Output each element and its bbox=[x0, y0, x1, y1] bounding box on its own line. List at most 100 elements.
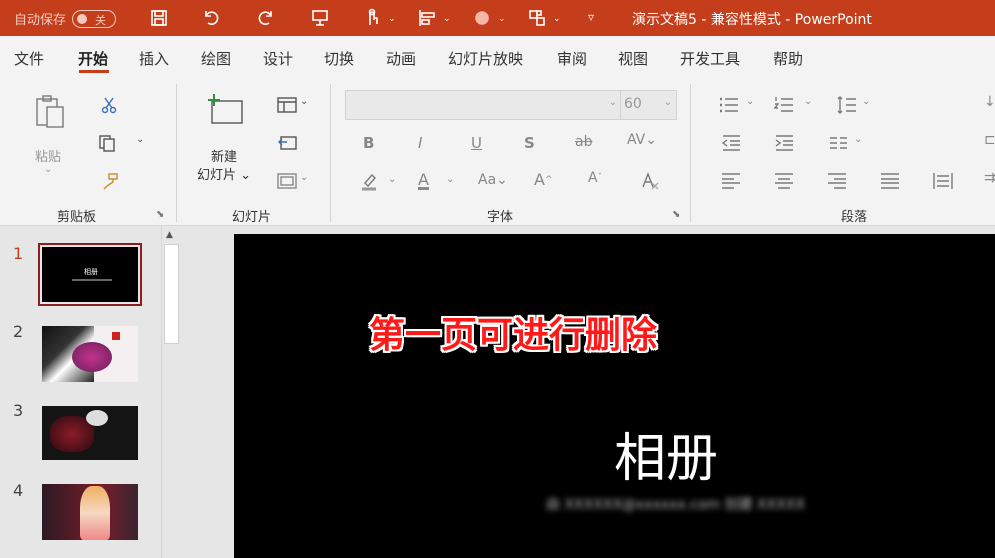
chevron-down-icon[interactable]: ⌄ bbox=[443, 14, 451, 24]
slide-number: 2 bbox=[13, 322, 24, 341]
font-size-combo[interactable]: 60 ⌄ bbox=[620, 90, 677, 120]
distributed-icon[interactable] bbox=[932, 170, 954, 192]
decrease-font-size-icon[interactable]: Aˇ bbox=[588, 170, 602, 186]
tab-transitions[interactable]: 切换 bbox=[324, 48, 354, 69]
arrange-icon[interactable] bbox=[526, 7, 548, 29]
save-icon[interactable] bbox=[148, 7, 170, 29]
numbering-icon[interactable] bbox=[773, 94, 795, 116]
tab-draw[interactable]: 绘图 bbox=[201, 48, 231, 69]
font-name-combo[interactable]: ⌄ bbox=[345, 90, 622, 120]
chevron-down-icon[interactable]: ⌄ bbox=[44, 164, 52, 175]
customize-toolbar-icon[interactable]: ▿ bbox=[588, 10, 594, 24]
chevron-down-icon[interactable]: ⌄ bbox=[388, 174, 396, 185]
font-color-icon[interactable]: A bbox=[418, 170, 429, 189]
chevron-down-icon[interactable]: ⌄ bbox=[664, 97, 672, 108]
tab-home[interactable]: 开始 bbox=[78, 48, 108, 69]
slides-group-label: 幻灯片 bbox=[232, 210, 272, 225]
align-center-icon[interactable] bbox=[773, 170, 795, 192]
align-left-icon[interactable] bbox=[720, 170, 742, 192]
chevron-down-icon[interactable]: ⌄ bbox=[746, 96, 754, 107]
tab-insert[interactable]: 插入 bbox=[139, 48, 169, 69]
slide-canvas[interactable]: 第一页可进行删除 相册 由 XXXXXX@xxxxxx.com 创建 XXXXX bbox=[234, 234, 995, 558]
change-case-icon[interactable]: Aa⌄ bbox=[478, 172, 508, 188]
increase-font-size-icon[interactable]: A ^ bbox=[534, 170, 553, 189]
touch-mode-icon[interactable] bbox=[361, 7, 383, 29]
clipboard-group-label: 剪贴板 bbox=[57, 210, 97, 225]
align-text-icon[interactable]: ⊏ bbox=[984, 132, 995, 148]
slide-thumbnail-3[interactable] bbox=[42, 406, 138, 460]
chevron-down-icon[interactable]: ⌄ bbox=[804, 96, 812, 107]
scroll-thumb[interactable] bbox=[164, 244, 179, 344]
copy-icon[interactable] bbox=[96, 132, 118, 154]
chevron-down-icon[interactable]: ⌄ bbox=[609, 97, 617, 108]
slide-title[interactable]: 相册 bbox=[614, 416, 718, 491]
chevron-down-icon[interactable]: ⌄ bbox=[388, 14, 396, 24]
thumbnail-image bbox=[80, 486, 110, 540]
autosave-toggle[interactable]: 关 bbox=[72, 9, 117, 28]
thumbnail-title: 相册 bbox=[84, 268, 98, 276]
italic-icon[interactable]: I bbox=[418, 134, 422, 152]
layout-icon[interactable] bbox=[276, 94, 298, 116]
align-right-icon[interactable] bbox=[826, 170, 848, 192]
slide-subtitle[interactable]: 由 XXXXXX@xxxxxx.com 创建 XXXXX bbox=[546, 494, 805, 514]
smartart-icon[interactable]: ⇉ bbox=[984, 170, 995, 186]
highlight-icon[interactable] bbox=[358, 170, 382, 192]
autosave-control[interactable]: 自动保存 关 bbox=[14, 9, 117, 28]
tab-help[interactable]: 帮助 bbox=[773, 48, 803, 69]
thumbnail-scrollbar[interactable]: ▲ bbox=[161, 226, 181, 558]
chevron-down-icon[interactable]: ⌄ bbox=[446, 174, 454, 185]
chevron-down-icon[interactable]: ⌄ bbox=[862, 96, 870, 107]
reset-slide-icon[interactable] bbox=[276, 132, 298, 154]
character-spacing-icon[interactable]: AV⌄ bbox=[627, 132, 657, 148]
chevron-down-icon[interactable]: ⌄ bbox=[300, 172, 308, 183]
chevron-down-icon[interactable]: ⌄ bbox=[300, 96, 308, 107]
font-launcher-icon[interactable]: ⬊ bbox=[672, 209, 680, 220]
annotation-text: 第一页可进行删除 bbox=[369, 315, 658, 356]
slide-thumbnail-2[interactable] bbox=[42, 326, 138, 382]
shape-fill-icon[interactable] bbox=[471, 7, 493, 29]
present-from-start-icon[interactable] bbox=[309, 7, 331, 29]
bullets-icon[interactable] bbox=[718, 94, 740, 116]
undo-icon[interactable] bbox=[200, 7, 222, 29]
tab-design[interactable]: 设计 bbox=[263, 48, 293, 69]
underline-icon[interactable]: U bbox=[471, 134, 482, 152]
justify-icon[interactable] bbox=[879, 170, 901, 192]
new-slide-icon[interactable] bbox=[205, 92, 245, 128]
tab-slideshow[interactable]: 幻灯片放映 bbox=[448, 48, 523, 69]
tab-review[interactable]: 审阅 bbox=[557, 48, 587, 69]
new-slide-label-2[interactable]: 幻灯片 ⌄ bbox=[197, 164, 251, 183]
active-tab-indicator bbox=[79, 70, 109, 73]
chevron-down-icon[interactable]: ⌄ bbox=[854, 134, 862, 145]
autosave-label: 自动保存 bbox=[14, 13, 67, 28]
paragraph-group-label: 段落 bbox=[841, 210, 868, 225]
align-icon[interactable] bbox=[416, 7, 438, 29]
tab-developer[interactable]: 开发工具 bbox=[680, 48, 740, 69]
line-spacing-icon[interactable] bbox=[836, 94, 858, 116]
tab-animations[interactable]: 动画 bbox=[386, 48, 416, 69]
slide-thumbnail-1[interactable]: 相册 bbox=[38, 243, 142, 306]
tab-view[interactable]: 视图 bbox=[618, 48, 648, 69]
paste-label[interactable]: 粘贴 bbox=[35, 146, 61, 165]
text-shadow-icon[interactable]: S bbox=[524, 134, 535, 152]
text-direction-icon[interactable]: ↓ bbox=[984, 94, 995, 110]
chevron-down-icon[interactable]: ⌄ bbox=[553, 14, 561, 24]
clear-formatting-icon[interactable] bbox=[638, 170, 662, 192]
scroll-up-icon[interactable]: ▲ bbox=[166, 230, 173, 240]
new-slide-label-1[interactable]: 新建 bbox=[211, 146, 237, 165]
decrease-indent-icon[interactable] bbox=[720, 132, 742, 154]
chevron-down-icon[interactable]: ⌄ bbox=[498, 14, 506, 24]
redo-icon[interactable] bbox=[255, 7, 277, 29]
columns-icon[interactable] bbox=[828, 132, 850, 154]
paste-icon[interactable] bbox=[30, 92, 70, 132]
bold-icon[interactable]: B bbox=[363, 134, 374, 152]
section-icon[interactable] bbox=[276, 170, 298, 192]
strikethrough-icon[interactable]: ab bbox=[575, 134, 592, 150]
cut-icon[interactable] bbox=[98, 94, 120, 116]
increase-indent-icon[interactable] bbox=[773, 132, 795, 154]
ribbon: 粘贴 ⌄ ⌄ 剪贴板 ⬊ 新建 幻灯片 ⌄ ⌄ ⌄ 幻灯片 ⌄ 60 ⌄ B I… bbox=[0, 76, 995, 226]
chevron-down-icon[interactable]: ⌄ bbox=[136, 134, 144, 145]
slide-thumbnail-4[interactable] bbox=[42, 484, 138, 540]
clipboard-launcher-icon[interactable]: ⬊ bbox=[156, 209, 164, 220]
tab-file[interactable]: 文件 bbox=[14, 48, 44, 69]
format-painter-icon[interactable] bbox=[99, 170, 121, 192]
